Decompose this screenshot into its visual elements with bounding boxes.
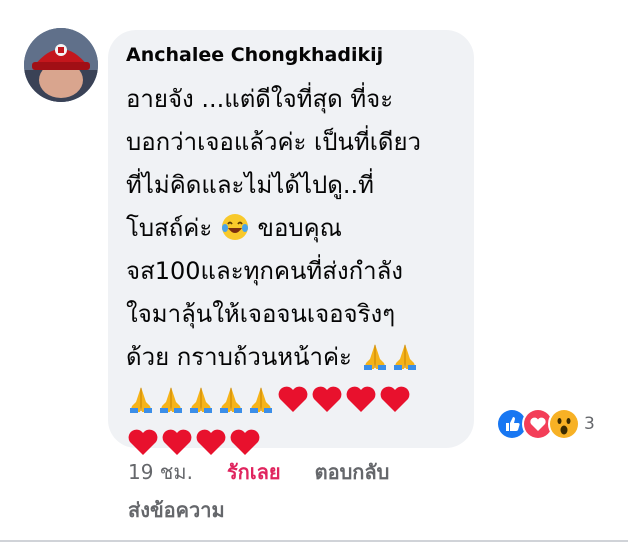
folded-hands-emoji-icon: [126, 384, 156, 414]
send-message-button[interactable]: ส่งข้อความ: [128, 494, 225, 526]
avatar[interactable]: [24, 28, 98, 102]
comment-line-part: ด้วย กราบถ้วนหน้าค่ะ: [126, 343, 352, 371]
comment-line: ใจมาลุ้นให้เจอจนเจอจริงๆ: [126, 300, 396, 328]
comment-line: บอกว่าเจอแล้วค่ะ เป็นที่เดียว: [126, 128, 422, 156]
red-heart-emoji-icon: [310, 382, 344, 416]
red-heart-emoji-icon: [126, 425, 160, 459]
red-heart-emoji-icon: [344, 382, 378, 416]
reaction-summary[interactable]: 3: [496, 406, 606, 442]
comment-timestamp[interactable]: 19 ชม.: [128, 456, 193, 488]
comment-author[interactable]: Anchalee Chongkhadikij: [126, 44, 383, 66]
love-button[interactable]: รักเลย: [227, 456, 281, 488]
folded-hands-emoji-icon: [360, 341, 390, 371]
divider: [0, 540, 628, 542]
red-heart-emoji-icon: [378, 382, 412, 416]
comment-line: อายจัง ...แต่ดีใจที่สุด ที่จะ: [126, 85, 394, 113]
comment-line-part: โบสถ์ค่ะ: [126, 214, 213, 242]
folded-hands-emoji-icon: [216, 384, 246, 414]
comment-line: ที่ไม่คิดและไม่ได้ไปดู..ที่: [126, 171, 374, 199]
comment-line: [126, 379, 466, 422]
comment-line: โบสถ์ค่ะ ขอบคุณ: [126, 207, 466, 250]
folded-hands-emoji-icon: [186, 384, 216, 414]
comment-line-part: ขอบคุณ: [257, 214, 342, 242]
comment-actions: 19 ชม. รักเลย ตอบกลับ: [128, 456, 389, 488]
comment-line: จส100และทุกคนที่ส่งกำลัง: [126, 257, 404, 285]
comment-line: ด้วย กราบถ้วนหน้าค่ะ: [126, 336, 466, 379]
reply-button[interactable]: ตอบกลับ: [315, 456, 390, 488]
reaction-count: 3: [584, 414, 595, 434]
wow-reaction-icon: [548, 408, 580, 440]
laughing-tears-emoji-icon: [220, 212, 250, 242]
red-heart-emoji-icon: [160, 425, 194, 459]
folded-hands-emoji-icon: [390, 341, 420, 371]
red-heart-emoji-icon: [194, 425, 228, 459]
folded-hands-emoji-icon: [156, 384, 186, 414]
folded-hands-emoji-icon: [246, 384, 276, 414]
red-heart-emoji-icon: [228, 425, 262, 459]
comment-text: อายจัง ...แต่ดีใจที่สุด ที่จะ บอกว่าเจอแ…: [126, 78, 466, 465]
red-heart-emoji-icon: [276, 382, 310, 416]
